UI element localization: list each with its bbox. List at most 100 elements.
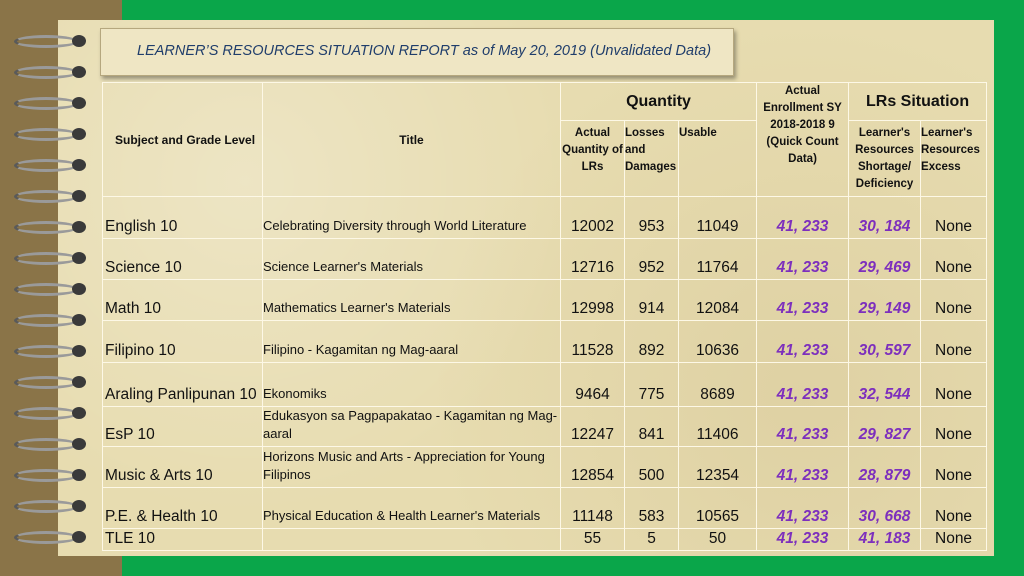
spiral-ring <box>0 345 92 359</box>
losses-cell: 953 <box>624 196 679 239</box>
title-cell <box>262 528 561 551</box>
report-title: LEARNER’S RESOURCES SITUATION REPORT as … <box>137 43 712 59</box>
usable-cell: 8689 <box>677 362 758 407</box>
spiral-ring <box>0 469 92 483</box>
spiral-ring <box>0 407 92 421</box>
spiral-ring <box>0 500 92 514</box>
excess-cell: None <box>920 238 988 280</box>
spiral-ring <box>0 97 92 111</box>
header-quantity: Quantity <box>559 82 758 121</box>
usable-cell: 50 <box>677 528 758 551</box>
header-row-top: Subject and Grade Level Title Quantity A… <box>102 82 988 197</box>
shortage-cell: 28, 879 <box>848 446 922 488</box>
enrollment-cell: 41, 233 <box>756 446 850 488</box>
header-title: Title <box>262 82 561 197</box>
actual-quantity-cell: 12854 <box>560 446 625 488</box>
table-row: Music & Arts 10 Horizons Music and Arts -… <box>102 446 988 488</box>
excess-cell: None <box>920 446 988 488</box>
shortage-cell: 29, 469 <box>848 238 922 280</box>
subject-cell: Music & Arts 10 <box>102 446 263 488</box>
subject-cell: Filipino 10 <box>102 320 263 363</box>
actual-quantity-cell: 12998 <box>560 279 625 321</box>
enrollment-cell: 41, 233 <box>756 487 850 529</box>
actual-quantity-cell: 12002 <box>560 196 625 239</box>
enrollment-cell: 41, 233 <box>756 320 850 363</box>
enrollment-cell: 41, 233 <box>756 528 850 551</box>
actual-quantity-cell: 11528 <box>560 320 625 363</box>
spiral-ring <box>0 66 92 80</box>
header-enrollment: Actual Enrollment SY 2018-2018 9 (Quick … <box>756 82 850 197</box>
excess-cell: None <box>920 487 988 529</box>
table-row: English 10 Celebrating Diversity through … <box>102 196 988 239</box>
spiral-ring <box>0 190 92 204</box>
actual-quantity-cell: 12716 <box>560 238 625 280</box>
subject-cell: English 10 <box>102 196 263 239</box>
losses-cell: 500 <box>624 446 679 488</box>
usable-cell: 10636 <box>677 320 758 363</box>
report-title-box: LEARNER’S RESOURCES SITUATION REPORT as … <box>100 28 734 76</box>
enrollment-cell: 41, 233 <box>756 238 850 280</box>
header-usable: Usable <box>677 120 758 197</box>
shortage-cell: 30, 184 <box>848 196 922 239</box>
title-cell: Physical Education & Health Learner's Ma… <box>262 487 561 529</box>
actual-quantity-cell: 55 <box>560 528 625 551</box>
losses-cell: 841 <box>624 406 679 447</box>
shortage-cell: 30, 597 <box>848 320 922 363</box>
spiral-ring <box>0 159 92 173</box>
header-lrs-situation: LRs Situation <box>848 82 988 121</box>
usable-cell: 12354 <box>677 446 758 488</box>
actual-quantity-cell: 9464 <box>560 362 625 407</box>
shortage-cell: 32, 544 <box>848 362 922 407</box>
losses-cell: 914 <box>624 279 679 321</box>
spiral-ring <box>0 128 92 142</box>
losses-cell: 583 <box>624 487 679 529</box>
table-row: Science 10 Science Learner's Materials 127… <box>102 238 988 280</box>
subject-cell: P.E. & Health 10 <box>102 487 263 529</box>
table-row: Araling Panlipunan 10 Ekonomiks 9464 775 868… <box>102 362 988 407</box>
excess-cell: None <box>920 528 988 551</box>
table-row: EsP 10 Edukasyon sa Pagpapakatao - Kagami… <box>102 406 988 447</box>
spiral-ring <box>0 252 92 266</box>
title-cell: Science Learner's Materials <box>262 238 561 280</box>
shortage-cell: 29, 827 <box>848 406 922 447</box>
usable-cell: 11049 <box>677 196 758 239</box>
table-row: TLE 10 55 5 50 41, 233 41, 183 None <box>102 528 988 551</box>
losses-cell: 892 <box>624 320 679 363</box>
usable-cell: 12084 <box>677 279 758 321</box>
subject-cell: Science 10 <box>102 238 263 280</box>
subject-cell: EsP 10 <box>102 406 263 447</box>
excess-cell: None <box>920 279 988 321</box>
enrollment-cell: 41, 233 <box>756 279 850 321</box>
header-excess: Learner's Resources Excess <box>920 120 988 197</box>
title-cell: Celebrating Diversity through World Lite… <box>262 196 561 239</box>
title-cell: Ekonomiks <box>262 362 561 407</box>
header-actual-quantity: Actual Quantity of LRs <box>560 120 625 197</box>
excess-cell: None <box>920 406 988 447</box>
usable-cell: 11764 <box>677 238 758 280</box>
spiral-ring <box>0 531 92 545</box>
lr-situation-table: Subject and Grade Level Title Quantity A… <box>102 82 988 551</box>
usable-cell: 11406 <box>677 406 758 447</box>
usable-cell: 10565 <box>677 487 758 529</box>
enrollment-cell: 41, 233 <box>756 196 850 239</box>
header-losses: Losses and Damages <box>624 120 679 197</box>
excess-cell: None <box>920 196 988 239</box>
excess-cell: None <box>920 362 988 407</box>
losses-cell: 5 <box>624 528 679 551</box>
subject-cell: Araling Panlipunan 10 <box>102 362 263 407</box>
spiral-ring <box>0 283 92 297</box>
losses-cell: 952 <box>624 238 679 280</box>
subject-cell: Math 10 <box>102 279 263 321</box>
spiral-ring <box>0 221 92 235</box>
enrollment-cell: 41, 233 <box>756 362 850 407</box>
title-cell: Filipino - Kagamitan ng Mag-aaral <box>262 320 561 363</box>
shortage-cell: 41, 183 <box>848 528 922 551</box>
spiral-ring <box>0 35 92 49</box>
actual-quantity-cell: 11148 <box>560 487 625 529</box>
subject-cell: TLE 10 <box>102 528 263 551</box>
table-row: P.E. & Health 10 Physical Education & Hea… <box>102 487 988 529</box>
spiral-ring <box>0 314 92 328</box>
shortage-cell: 29, 149 <box>848 279 922 321</box>
title-cell: Mathematics Learner's Materials <box>262 279 561 321</box>
spiral-ring <box>0 376 92 390</box>
